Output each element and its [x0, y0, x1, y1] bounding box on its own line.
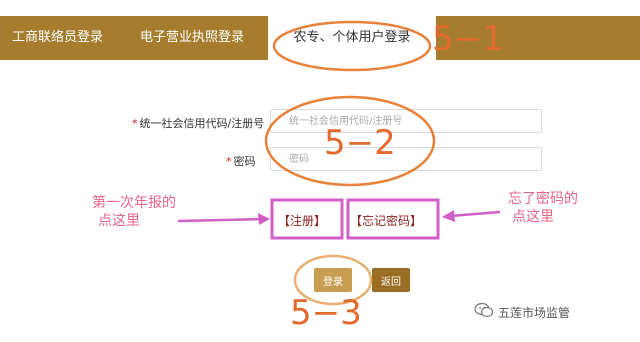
forgot-password-link[interactable]: 【忘记密码】 [350, 212, 422, 229]
step-label-login: 5−3 [290, 293, 362, 333]
login-button[interactable]: 登录 [314, 268, 352, 292]
back-button[interactable]: 返回 [372, 268, 410, 292]
credit-code-input[interactable] [270, 109, 542, 133]
watermark-text: 五莲市场监管 [498, 306, 571, 320]
required-mark: * [226, 155, 232, 168]
tab-individual-login[interactable]: 农专、个体用户登录 [268, 16, 436, 60]
required-mark: * [132, 117, 138, 130]
step-label-tab: 5−1 [432, 19, 504, 59]
login-tab-bar: 工商联络员登录 电子营业执照登录 农专、个体用户登录 [0, 16, 640, 60]
note-forgot: 忘了密码的 点这里 [508, 191, 578, 225]
step-label-fields: 5−2 [324, 123, 396, 163]
tab-e-license-login[interactable]: 电子营业执照登录 [140, 16, 244, 60]
top-strip [0, 0, 640, 16]
wechat-icon [474, 302, 494, 318]
tab-liaison-login[interactable]: 工商联络员登录 [12, 16, 103, 60]
credit-code-label: * 统一社会信用代码/注册号 [132, 117, 265, 130]
note-register: 第一次年报的 点这里 [92, 195, 176, 229]
password-input[interactable] [270, 147, 542, 171]
register-link[interactable]: 【注册】 [278, 212, 326, 229]
password-label: * 密码 [226, 155, 256, 168]
